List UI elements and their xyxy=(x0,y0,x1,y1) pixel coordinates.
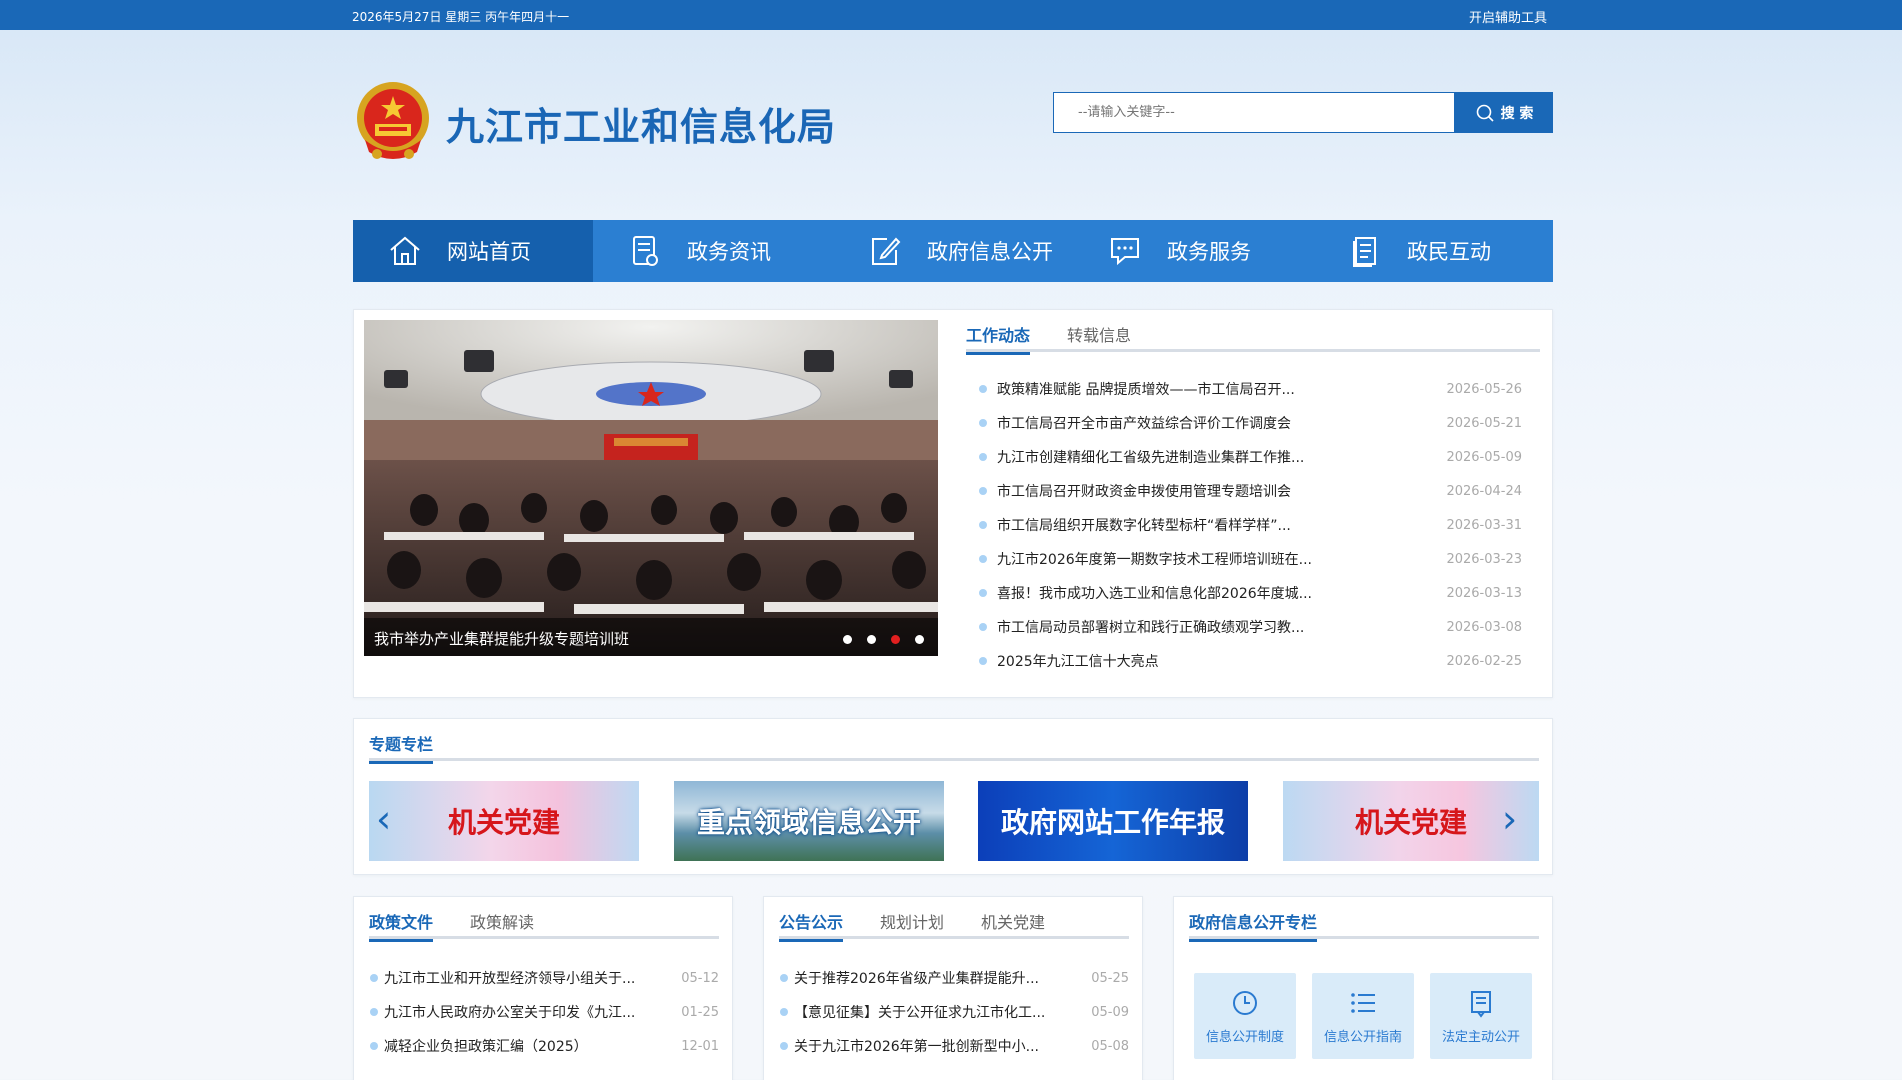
nav-interaction[interactable]: 政民互动 xyxy=(1313,220,1553,282)
notice-panel: 公告公示 规划计划 机关党建 关于推荐2026年省级产业集群提能升... 05-2… xyxy=(763,896,1143,1080)
banner-party-building-2[interactable]: 机关党建 xyxy=(1283,781,1539,861)
search-button[interactable]: 搜 索 xyxy=(1455,92,1553,133)
topics-panel: 专题专栏 机关党建 重点领域信息公开 政府网站工作年报 机关党建 ‹ › xyxy=(353,718,1553,875)
nav-label: 政务资讯 xyxy=(687,240,771,264)
national-emblem-icon xyxy=(357,82,429,159)
banner-party-building[interactable]: 机关党建 xyxy=(369,781,639,861)
nav-label: 网站首页 xyxy=(447,240,531,264)
nav-label: 政务服务 xyxy=(1167,240,1251,264)
tab-plans[interactable]: 规划计划 xyxy=(880,897,944,939)
slide-dot[interactable] xyxy=(843,635,852,644)
main-nav: 网站首页 政务资讯 政府信息公开 政务服务 政民互动 xyxy=(353,220,1553,282)
chat-icon xyxy=(1111,238,1139,266)
edit-icon xyxy=(872,237,901,265)
news-panel: 我市举办产业集群提能升级专题培训班 工作动态 转载信息 政策精准赋能 品牌提质增… xyxy=(353,309,1553,698)
slide-caption-text: 我市举办产业集群提能升级专题培训班 xyxy=(374,630,630,648)
policy-list: 九江市工业和开放型经济领导小组关于... 05-12 九江市人民政府办公室关于印发… xyxy=(369,961,719,1063)
list-item[interactable]: 2025年九江工信十大亮点 2026-02-25 xyxy=(966,644,1522,678)
top-bar: 2026年5月27日 星期三 丙午年四月十一 开启辅助工具 xyxy=(0,0,1902,30)
tab-party-building[interactable]: 机关党建 xyxy=(981,897,1045,939)
clock-icon xyxy=(1233,990,1257,1015)
list-item[interactable]: 政策精准赋能 品牌提质增效——市工信局召开... 2026-05-26 xyxy=(966,372,1522,406)
chevron-left-icon[interactable]: ‹ xyxy=(376,797,391,841)
publish-icon xyxy=(1471,990,1491,1018)
site-title: 九江市工业和信息化局 xyxy=(446,105,837,149)
nav-label: 政府信息公开 xyxy=(927,240,1053,264)
policy-tabs: 政策文件 政策解读 xyxy=(369,897,719,942)
list-item[interactable]: 市工信局组织开展数字化转型标杆“看样学样”... 2026-03-31 xyxy=(966,508,1522,542)
chevron-right-icon[interactable]: › xyxy=(1502,797,1517,841)
nav-info-open[interactable]: 政府信息公开 xyxy=(833,220,1073,282)
banner-key-info-disclosure[interactable]: 重点领域信息公开 xyxy=(674,781,944,861)
document-icon xyxy=(633,236,658,266)
info-open-header: 政府信息公开专栏 xyxy=(1189,897,1539,942)
list-item[interactable]: 九江市人民政府办公室关于印发《九江... 01-25 xyxy=(369,995,719,1029)
info-open-title: 政府信息公开专栏 xyxy=(1189,897,1318,942)
nav-label: 政民互动 xyxy=(1407,240,1491,264)
list-item[interactable]: 关于推荐2026年省级产业集群提能升... 05-25 xyxy=(779,961,1129,995)
list-item[interactable]: 关于九江市2026年第一批创新型中小... 05-08 xyxy=(779,1029,1129,1063)
search-button-label: 搜 索 xyxy=(1500,105,1534,122)
slide-dot[interactable] xyxy=(915,635,924,644)
home-icon xyxy=(390,236,420,265)
slide-photo xyxy=(364,320,938,656)
file-icon xyxy=(1353,237,1376,267)
tab-policy-interpretation[interactable]: 政策解读 xyxy=(470,897,534,939)
news-tabs: 工作动态 转载信息 xyxy=(966,310,1540,355)
nav-services[interactable]: 政务服务 xyxy=(1073,220,1313,282)
list-item[interactable]: 九江市2026年度第一期数字技术工程师培训班在... 2026-03-23 xyxy=(966,542,1522,576)
slide-dot-active[interactable] xyxy=(891,635,900,644)
info-open-panel: 政府信息公开专栏 信息公开制度 信息公开指南 法定主动公开 xyxy=(1173,896,1553,1080)
list-item[interactable]: 喜报！我市成功入选工业和信息化部2026年度城... 2026-03-13 xyxy=(966,576,1522,610)
accessibility-toggle[interactable]: 开启辅助工具 xyxy=(1469,7,1547,26)
current-date: 2026年5月27日 星期三 丙午年四月十一 xyxy=(352,10,570,24)
list-item[interactable]: 市工信局召开财政资金申拨使用管理专题培训会 2026-04-24 xyxy=(966,474,1522,508)
list-item[interactable]: 九江市创建精细化工省级先进制造业集群工作推... 2026-05-09 xyxy=(966,440,1522,474)
info-open-proactive-button[interactable]: 法定主动公开 xyxy=(1430,973,1532,1059)
notice-list: 关于推荐2026年省级产业集群提能升... 05-25 【意见征集】关于公开征求九… xyxy=(779,961,1129,1063)
topics-title: 专题专栏 xyxy=(369,719,434,764)
nav-news[interactable]: 政务资讯 xyxy=(593,220,833,282)
list-item[interactable]: 减轻企业负担政策汇编（2025） 12-01 xyxy=(369,1029,719,1063)
list-item[interactable]: 市工信局动员部署树立和践行正确政绩观学习教... 2026-03-08 xyxy=(966,610,1522,644)
info-open-system-button[interactable]: 信息公开制度 xyxy=(1194,973,1296,1059)
slideshow[interactable]: 我市举办产业集群提能升级专题培训班 xyxy=(364,320,938,656)
list-item[interactable]: 市工信局召开全市亩产效益综合评价工作调度会 2026-05-21 xyxy=(966,406,1522,440)
notice-tabs: 公告公示 规划计划 机关党建 xyxy=(779,897,1129,942)
policy-panel: 政策文件 政策解读 九江市工业和开放型经济领导小组关于... 05-12 九江市人… xyxy=(353,896,733,1080)
tab-announcements[interactable]: 公告公示 xyxy=(779,897,844,942)
banner-annual-report[interactable]: 政府网站工作年报 xyxy=(978,781,1248,861)
nav-home[interactable]: 网站首页 xyxy=(353,220,593,282)
list-item[interactable]: 九江市工业和开放型经济领导小组关于... 05-12 xyxy=(369,961,719,995)
list-item[interactable]: 【意见征集】关于公开征求九江市化工... 05-09 xyxy=(779,995,1129,1029)
list-icon xyxy=(1351,992,1375,1013)
tab-reprinted-info[interactable]: 转载信息 xyxy=(1067,310,1131,352)
slide-dot[interactable] xyxy=(867,635,876,644)
tab-policy-files[interactable]: 政策文件 xyxy=(369,897,434,942)
search-input[interactable] xyxy=(1053,92,1455,133)
tab-work-updates[interactable]: 工作动态 xyxy=(966,310,1031,355)
topics-header: 专题专栏 xyxy=(369,719,1539,764)
search-icon xyxy=(1476,104,1494,122)
news-list: 政策精准赋能 品牌提质增效——市工信局召开... 2026-05-26 市工信局召… xyxy=(966,372,1522,678)
slide-dots xyxy=(843,635,924,644)
info-open-guide-button[interactable]: 信息公开指南 xyxy=(1312,973,1414,1059)
